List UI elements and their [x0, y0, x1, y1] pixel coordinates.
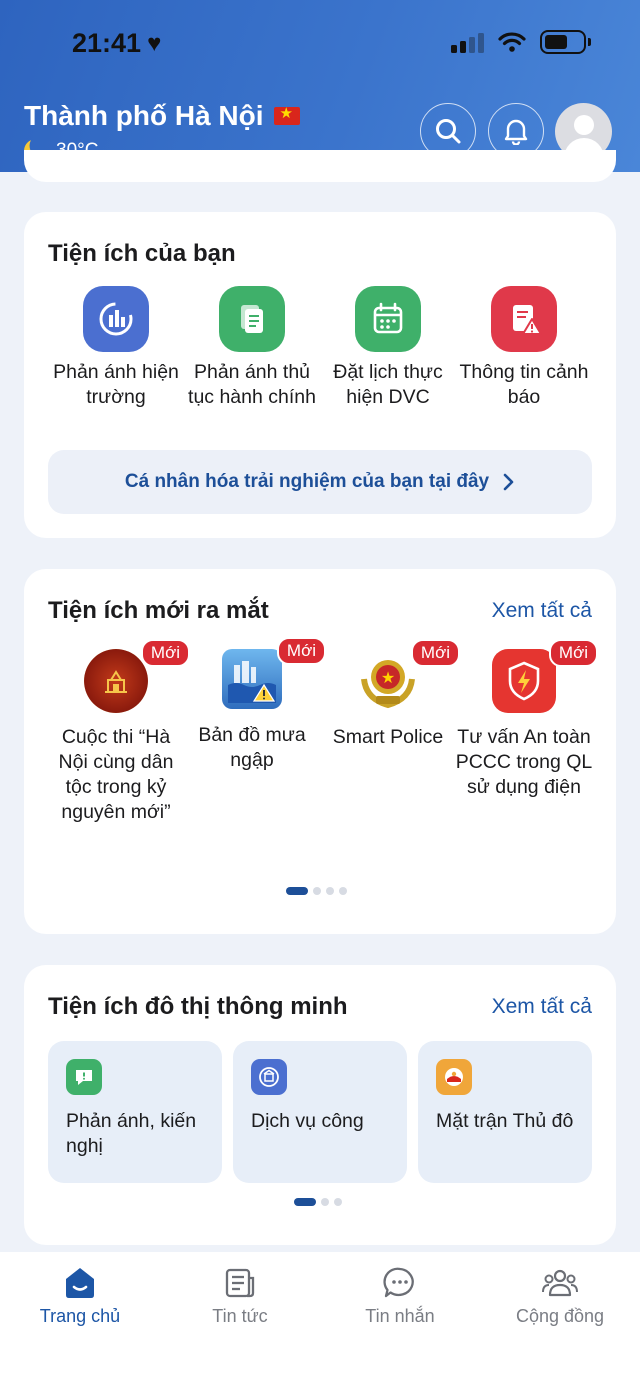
- your-utilities-card: Tiện ích của bạn Phản ánh hiện trường Ph…: [24, 212, 616, 538]
- utility-label: Phản ánh thủ tục hành chính: [188, 361, 316, 408]
- smart-item-label: Dịch vụ công: [251, 1110, 364, 1132]
- utility-label: Phản ánh hiện trường: [53, 361, 179, 408]
- front-icon: [436, 1059, 472, 1095]
- chevron-right-icon: [503, 473, 514, 491]
- see-all-link[interactable]: Xem tất cả: [492, 995, 592, 1019]
- news-icon: [160, 1264, 320, 1302]
- new-badge: Mới: [548, 639, 598, 667]
- city-name[interactable]: Thành phố Hà Nội: [24, 100, 300, 132]
- search-icon: [436, 119, 461, 144]
- app-header: 21:41 ♥ Thành phố Hà Nội 30°C: [0, 0, 640, 172]
- bottom-tab-bar: Trang chủ Tin tức Tin nhắn Cộng đồng: [0, 1252, 640, 1387]
- smart-item-public-service[interactable]: Dịch vụ công: [233, 1041, 407, 1183]
- new-item-label: Cuộc thi “Hà Nội cùng dân tộc trong kỷ n…: [58, 726, 174, 823]
- status-indicators: [451, 30, 591, 54]
- smart-item-front[interactable]: Mặt trận Thủ đô: [418, 1041, 592, 1183]
- tab-label: Tin nhắn: [365, 1306, 435, 1326]
- new-item-contest[interactable]: Mới Cuộc thi “Hà Nội cùng dân tộc trong …: [46, 639, 190, 825]
- carousel-pagination: [286, 887, 347, 895]
- clock: 21:41: [72, 28, 142, 58]
- smart-item-feedback[interactable]: Phản ánh, kiến nghị: [48, 1041, 222, 1183]
- calendar-icon: [355, 286, 421, 352]
- cellular-signal-icon: [451, 31, 484, 53]
- bell-icon: [504, 119, 528, 145]
- smart-item-label: Mặt trận Thủ đô: [436, 1110, 574, 1132]
- utility-report-scene[interactable]: Phản ánh hiện trường: [46, 286, 186, 410]
- utility-label: Thông tin cảnh báo: [459, 361, 589, 408]
- flood-map-icon: Mới: [222, 637, 326, 709]
- personalize-label: Cá nhân hóa trải nghiệm của bạn tại đây: [124, 471, 490, 492]
- page-dot[interactable]: [326, 887, 334, 895]
- city-label: Thành phố Hà Nội: [24, 100, 264, 131]
- wifi-icon: [498, 32, 526, 52]
- public-service-icon: [251, 1059, 287, 1095]
- tab-news[interactable]: Tin tức: [160, 1264, 320, 1327]
- utility-admin-procedure[interactable]: Phản ánh thủ tục hành chính: [182, 286, 322, 410]
- tab-home[interactable]: Trang chủ: [0, 1264, 160, 1327]
- document-icon: [219, 286, 285, 352]
- contest-emblem-icon: Mới: [84, 639, 190, 713]
- warning-doc-icon: [491, 286, 557, 352]
- smart-city-card: Tiện ích đô thị thông minh Xem tất cả Ph…: [24, 965, 616, 1245]
- tab-community[interactable]: Cộng đồng: [480, 1264, 640, 1327]
- community-icon: [480, 1264, 640, 1302]
- tab-label: Cộng đồng: [515, 1306, 605, 1326]
- see-all-link[interactable]: Xem tất cả: [492, 599, 592, 623]
- page-dot[interactable]: [339, 887, 347, 895]
- svg-text:★: ★: [381, 668, 395, 687]
- report-scene-icon: [83, 286, 149, 352]
- section-title: Tiện ích đô thị thông minh: [48, 993, 348, 1020]
- tab-label: Tin tức: [212, 1306, 268, 1326]
- new-item-fire-safety[interactable]: Mới Tư vấn An toàn PCCC trong QL sử dụng…: [454, 639, 598, 800]
- vietnam-flag-icon: [273, 104, 300, 125]
- page-dot[interactable]: [294, 1198, 316, 1206]
- new-item-label: Bản đồ mưa ngập: [198, 724, 306, 771]
- new-item-label: Smart Police: [332, 726, 444, 748]
- chat-icon: [320, 1264, 480, 1302]
- battery-icon: [540, 30, 591, 54]
- utility-warning-info[interactable]: Thông tin cảnh báo: [454, 286, 594, 410]
- page-dot[interactable]: [286, 887, 308, 895]
- tab-label: Trang chủ: [39, 1306, 121, 1326]
- utility-schedule-dvc[interactable]: Đặt lịch thực hiện DVC: [318, 286, 458, 410]
- page-dot[interactable]: [313, 887, 321, 895]
- police-emblem-icon: ★ Mới: [356, 639, 460, 713]
- status-time: 21:41 ♥: [72, 28, 161, 59]
- fire-safety-icon: Mới: [492, 639, 598, 713]
- tab-messages[interactable]: Tin nhắn: [320, 1264, 480, 1327]
- utility-label: Đặt lịch thực hiện DVC: [333, 361, 443, 408]
- new-item-flood-map[interactable]: Mới Bản đồ mưa ngập: [182, 637, 326, 773]
- page-dot[interactable]: [321, 1198, 329, 1206]
- new-badge: Mới: [410, 639, 460, 667]
- smart-item-label: Phản ánh, kiến nghị: [66, 1110, 197, 1157]
- section-title: Tiện ích của bạn: [48, 240, 236, 267]
- previous-card-edge: [24, 150, 616, 182]
- home-icon: [0, 1264, 160, 1302]
- new-item-label: Tư vấn An toàn PCCC trong QL sử dụng điệ…: [455, 726, 593, 798]
- new-item-smart-police[interactable]: ★ Mới Smart Police: [318, 639, 460, 750]
- heart-icon: ♥: [147, 29, 162, 57]
- section-title: Tiện ích mới ra mắt: [48, 597, 269, 624]
- page-dot[interactable]: [334, 1198, 342, 1206]
- new-utilities-card: Tiện ích mới ra mắt Xem tất cả Mới Cuộc …: [24, 569, 616, 934]
- feedback-icon: [66, 1059, 102, 1095]
- carousel-pagination: [294, 1198, 342, 1206]
- personalize-banner[interactable]: Cá nhân hóa trải nghiệm của bạn tại đây: [48, 450, 592, 514]
